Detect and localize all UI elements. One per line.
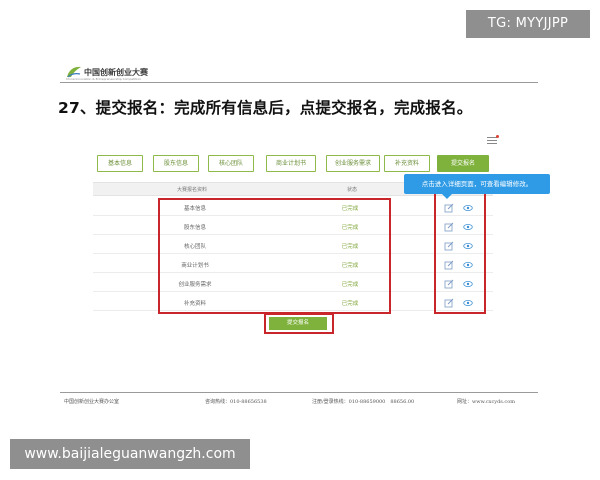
tab-supplementary[interactable]: 补充资料 bbox=[384, 155, 430, 172]
highlight-completed-rows bbox=[158, 198, 391, 314]
footer-register-hotline: 注册/登录热线：010-88659000 88656.00 bbox=[312, 399, 415, 405]
header-status: 状态 bbox=[347, 187, 358, 193]
footer-org: 中国创新创业大赛办公室 bbox=[64, 399, 120, 405]
logo-text: 中国创新创业大赛 bbox=[84, 66, 148, 77]
hint-tooltip: 点击进入详细页面，可查看编辑修改。 bbox=[404, 174, 550, 199]
tab-service-needs[interactable]: 创业服务需求 bbox=[326, 155, 380, 172]
step-title: 27、提交报名：完成所有信息后，点提交报名，完成报名。 bbox=[58, 99, 473, 117]
highlight-actions bbox=[434, 192, 486, 314]
tab-shareholders[interactable]: 股东信息 bbox=[153, 155, 199, 172]
tab-submit[interactable]: 提交报名 bbox=[437, 155, 489, 172]
footer-website[interactable]: 网址：www.cxcyds.com bbox=[457, 398, 515, 405]
footer-hotline: 咨询热线：010-88656538 bbox=[205, 399, 267, 405]
watermark-top: TG: MYYJJPP bbox=[466, 10, 590, 38]
header-divider bbox=[60, 82, 538, 83]
header-materials: 大赛报名资料 bbox=[177, 187, 208, 193]
submit-registration-button[interactable]: 提交报名 bbox=[269, 317, 327, 330]
tab-business-plan[interactable]: 商业计划书 bbox=[266, 155, 316, 172]
menu-icon[interactable] bbox=[487, 135, 499, 146]
logo-subtext: China Innovation & Entrepreneurship Comp… bbox=[66, 77, 141, 81]
tab-core-team[interactable]: 核心团队 bbox=[208, 155, 254, 172]
tab-basic-info[interactable]: 基本信息 bbox=[97, 155, 143, 172]
footer-divider bbox=[60, 392, 538, 393]
watermark-bottom: www.baijialeguanwangzh.com bbox=[10, 439, 250, 469]
